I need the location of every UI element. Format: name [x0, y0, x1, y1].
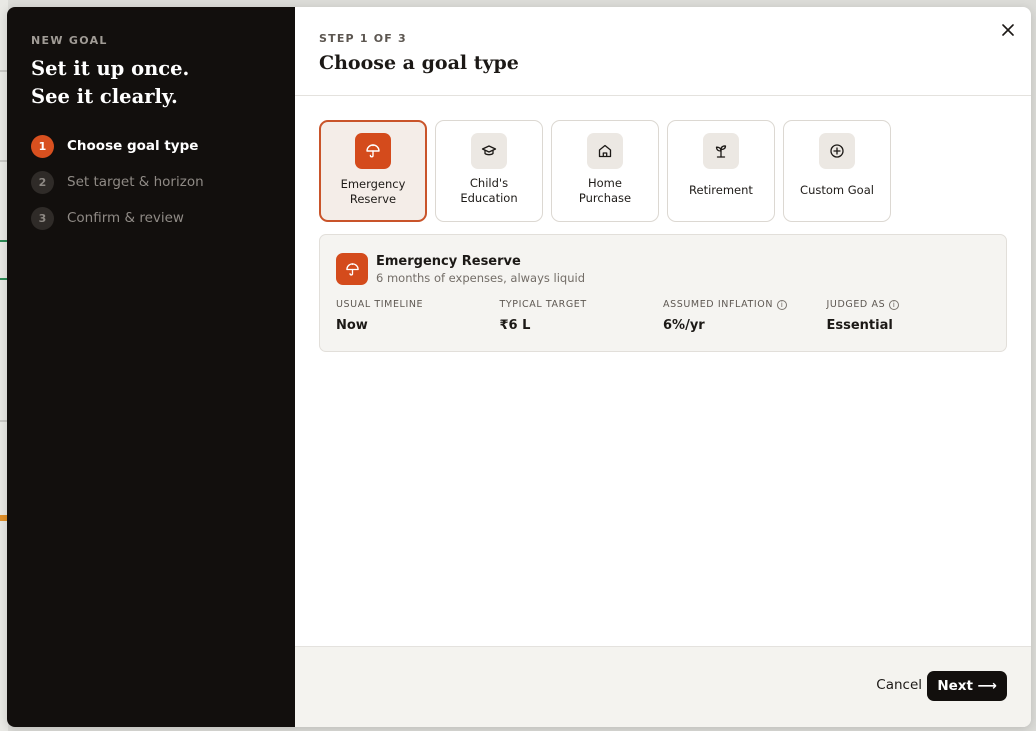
info-icon[interactable]: i — [777, 299, 788, 310]
headline-line-2: See it clearly. — [31, 85, 178, 108]
goal-card-custom-goal[interactable]: Custom Goal — [783, 120, 891, 222]
wizard-main: STEP 1 OF 3 Choose a goal type Emergency… — [295, 7, 1031, 727]
stat-label: ASSUMED INFLATION i — [663, 299, 827, 310]
step-confirm-review: 3 Confirm & review — [31, 206, 271, 230]
sprout-icon — [703, 133, 739, 169]
dialog-footer: Cancel Next ⟶ — [295, 646, 1031, 727]
goal-card-label: Emergency Reserve — [340, 177, 406, 206]
goal-detail-description: 6 months of expenses, always liquid — [376, 270, 586, 285]
dialog-header: STEP 1 OF 3 Choose a goal type — [295, 7, 1031, 96]
cancel-button[interactable]: Cancel — [876, 677, 922, 693]
stat-value: Essential — [826, 318, 893, 333]
stat-value: Now — [336, 318, 368, 333]
stat-judged-as: JUDGED AS i Essential — [827, 299, 991, 333]
goal-detail-stats: USUAL TIMELINE Now TYPICAL TARGET ₹6 L A… — [336, 299, 990, 333]
step-label: Choose goal type — [67, 138, 199, 154]
goal-card-label: Custom Goal — [800, 183, 874, 197]
stat-usual-timeline: USUAL TIMELINE Now — [336, 299, 500, 333]
umbrella-icon — [336, 253, 368, 285]
close-icon[interactable] — [999, 21, 1017, 39]
plus-circle-icon — [819, 133, 855, 169]
stat-label-text: TYPICAL TARGET — [499, 299, 587, 310]
stat-label-text: JUDGED AS — [826, 299, 886, 310]
stat-label: TYPICAL TARGET — [500, 299, 664, 310]
goal-card-label: Child's Education — [460, 176, 518, 205]
wizard-steps: 1 Choose goal type 2 Set target & horizo… — [31, 134, 271, 230]
info-icon[interactable]: i — [889, 299, 900, 310]
graduation-cap-icon — [471, 133, 507, 169]
stat-label-text: ASSUMED INFLATION — [663, 299, 774, 310]
goal-card-home-purchase[interactable]: Home Purchase — [551, 120, 659, 222]
new-goal-dialog: NEW GOAL Set it up once. See it clearly.… — [7, 7, 1031, 727]
step-number: 3 — [31, 206, 54, 230]
goal-detail-header: Emergency Reserve 6 months of expenses, … — [336, 253, 990, 285]
wizard-sidebar: NEW GOAL Set it up once. See it clearly.… — [7, 7, 295, 727]
step-label: Confirm & review — [67, 210, 184, 226]
sidebar-headline: Set it up once. See it clearly. — [31, 55, 271, 111]
step-choose-goal-type: 1 Choose goal type — [31, 134, 271, 158]
step-set-target: 2 Set target & horizon — [31, 170, 271, 194]
home-icon — [587, 133, 623, 169]
goal-card-label: Retirement — [689, 183, 753, 197]
umbrella-icon — [355, 133, 391, 169]
stat-label-text: USUAL TIMELINE — [336, 299, 424, 310]
next-button[interactable]: Next ⟶ — [927, 671, 1007, 701]
goal-type-options: Emergency Reserve Child's Education Home… — [319, 120, 891, 222]
sidebar-eyebrow: NEW GOAL — [31, 34, 108, 47]
step-label: Set target & horizon — [67, 174, 204, 190]
step-number: 2 — [31, 170, 54, 194]
page-title: Choose a goal type — [319, 52, 519, 74]
stat-assumed-inflation: ASSUMED INFLATION i 6%/yr — [663, 299, 827, 333]
goal-card-retirement[interactable]: Retirement — [667, 120, 775, 222]
step-indicator: STEP 1 OF 3 — [319, 32, 407, 45]
goal-detail-panel: Emergency Reserve 6 months of expenses, … — [319, 234, 1007, 352]
goal-card-emergency-reserve[interactable]: Emergency Reserve — [319, 120, 427, 222]
stat-label: USUAL TIMELINE — [336, 299, 500, 310]
step-number: 1 — [31, 134, 54, 158]
stat-value: 6%/yr — [663, 318, 705, 333]
stat-typical-target: TYPICAL TARGET ₹6 L — [500, 299, 664, 333]
headline-line-1: Set it up once. — [31, 57, 190, 80]
goal-card-childs-education[interactable]: Child's Education — [435, 120, 543, 222]
stat-value: ₹6 L — [499, 318, 531, 333]
goal-detail-text: Emergency Reserve 6 months of expenses, … — [376, 254, 585, 285]
goal-card-label: Home Purchase — [578, 176, 632, 205]
goal-detail-name: Emergency Reserve — [376, 253, 521, 269]
stat-label: JUDGED AS i — [827, 299, 991, 310]
